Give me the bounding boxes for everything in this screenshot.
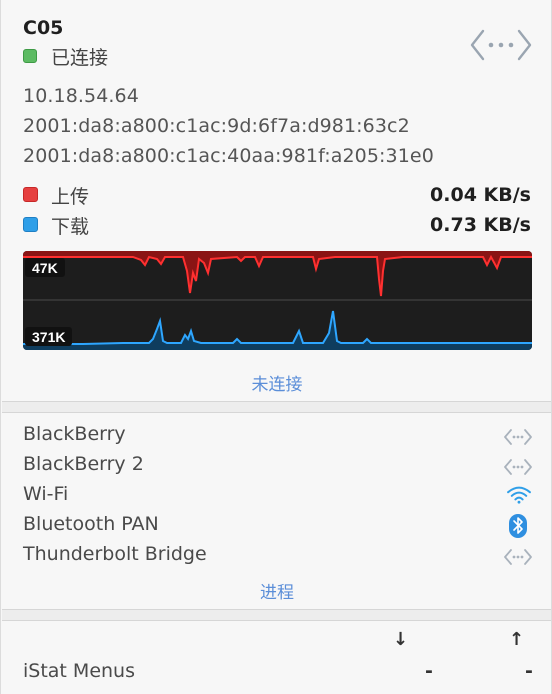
divider-line-top-2 <box>2 609 551 610</box>
upload-label: 上传 <box>51 186 90 208</box>
upload-column-header: ↑ <box>509 629 525 650</box>
network-panel: C05 已连接 10.18.54.64 2001:da8:a800:c1ac:9… <box>0 0 552 694</box>
interface-bluetooth-pan[interactable]: Bluetooth PAN <box>23 513 159 535</box>
network-settings-icon[interactable] <box>469 25 533 65</box>
ipv6-address-2: 2001:da8:a800:c1ac:40aa:981f:a205:31e0 <box>23 145 434 167</box>
divider-line-bottom <box>2 412 551 413</box>
download-column-header: ↓ <box>393 629 409 650</box>
interface-wifi[interactable]: Wi-Fi <box>23 483 68 505</box>
download-label: 下载 <box>51 216 90 238</box>
divider-line-bottom-2 <box>2 620 551 621</box>
interface-blackberry-2[interactable]: BlackBerry 2 <box>23 453 144 475</box>
disconnected-link[interactable]: 未连接 <box>1 370 552 395</box>
upload-rate: 0.04 KB/s <box>430 184 531 206</box>
ipv6-address-1: 2001:da8:a800:c1ac:9d:6f7a:d981:63c2 <box>23 115 410 137</box>
traffic-graph-svg <box>23 251 532 350</box>
bluetooth-icon <box>509 514 527 538</box>
divider-line-top <box>2 401 551 402</box>
processes-link[interactable]: 进程 <box>1 578 552 603</box>
upload-peak-label: 47K <box>25 258 65 277</box>
wifi-icon <box>507 486 531 504</box>
traffic-graph: 47K 371K <box>23 251 532 350</box>
connected-status-icon <box>23 49 37 63</box>
download-peak-label: 371K <box>25 327 73 346</box>
ipv4-address: 10.18.54.64 <box>23 85 139 107</box>
process-download: - <box>425 660 433 682</box>
download-legend-swatch <box>23 217 38 232</box>
interface-title: C05 <box>23 17 64 39</box>
process-name: iStat Menus <box>23 660 135 682</box>
upload-legend-swatch <box>23 187 38 202</box>
ethernet-icon <box>504 429 532 445</box>
ethernet-icon <box>504 549 532 565</box>
interface-thunderbolt-bridge[interactable]: Thunderbolt Bridge <box>23 543 207 565</box>
download-rate: 0.73 KB/s <box>430 214 531 236</box>
connection-status: 已连接 <box>51 47 109 69</box>
process-upload: - <box>525 660 533 682</box>
ethernet-icon <box>504 459 532 475</box>
interface-blackberry[interactable]: BlackBerry <box>23 423 126 445</box>
